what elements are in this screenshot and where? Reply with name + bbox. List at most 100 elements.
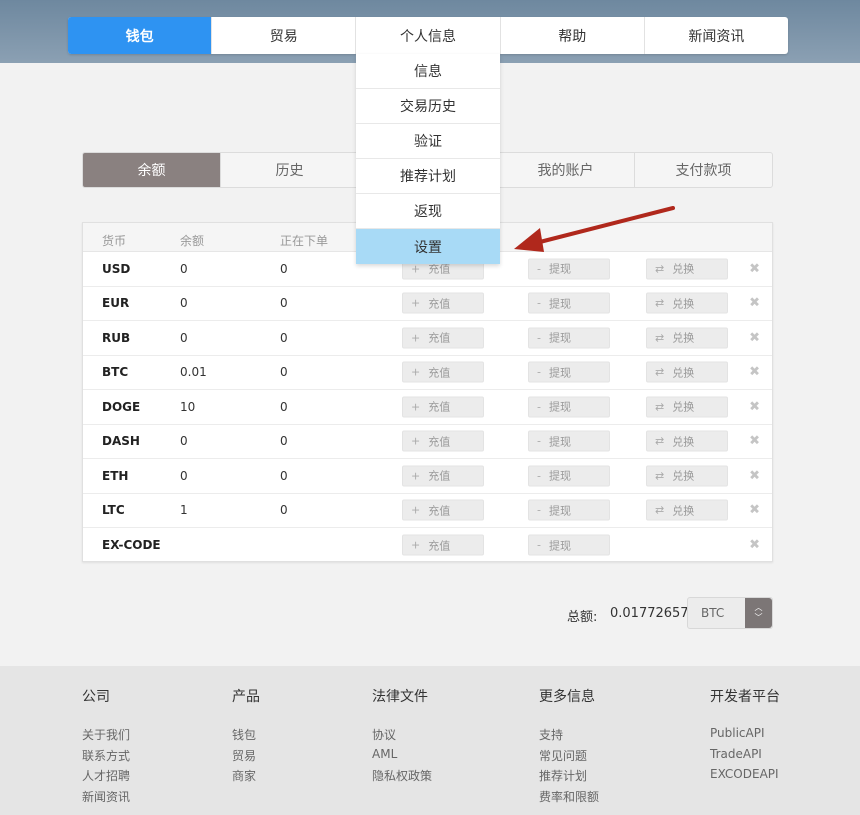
close-icon[interactable]: ✖ (749, 503, 760, 518)
close-icon[interactable]: ✖ (749, 538, 760, 553)
row-currency: DOGE (102, 399, 141, 414)
close-icon[interactable]: ✖ (749, 399, 760, 414)
footer-link-careers[interactable]: 人才招聘 (82, 767, 130, 788)
row-currency: DASH (102, 434, 140, 449)
row-balance: 1 (180, 503, 188, 518)
nav-wallet[interactable]: 钱包 (68, 17, 213, 54)
deposit-label: 充值 (428, 435, 451, 449)
swap-icon: ⇄ (655, 400, 665, 414)
exchange-label: 兑换 (672, 469, 695, 483)
exchange-label: 兑换 (672, 435, 695, 449)
footer-link-agreement[interactable]: 协议 (372, 726, 432, 747)
dropdown-item-verification[interactable]: 验证 (356, 124, 500, 159)
withdraw-button[interactable]: - 提现 (528, 292, 610, 314)
footer-link-trade[interactable]: 贸易 (232, 747, 260, 768)
dropdown-item-referral[interactable]: 推荐计划 (356, 159, 500, 194)
deposit-button[interactable]: + 充值 (402, 361, 484, 383)
close-icon[interactable]: ✖ (749, 261, 760, 276)
footer: 公司 关于我们 联系方式 人才招聘 新闻资讯 产品 钱包 贸易 商家 法律文件 … (0, 666, 860, 815)
header-balance: 余额 (180, 234, 205, 248)
exchange-button[interactable]: ⇄ 兑换 (646, 361, 728, 383)
exchange-button[interactable]: ⇄ 兑换 (646, 258, 728, 280)
deposit-label: 充值 (428, 539, 451, 553)
withdraw-button[interactable]: - 提现 (528, 465, 610, 487)
close-icon[interactable]: ✖ (749, 434, 760, 449)
tab-my-accounts[interactable]: 我的账户 (497, 153, 635, 187)
deposit-button[interactable]: + 充值 (402, 465, 484, 487)
withdraw-button[interactable]: - 提现 (528, 534, 610, 556)
row-currency: EUR (102, 296, 130, 311)
footer-link-about[interactable]: 关于我们 (82, 726, 130, 747)
row-balance: 0 (180, 330, 188, 345)
minus-icon: - (537, 296, 541, 310)
footer-link-wallet[interactable]: 钱包 (232, 726, 260, 747)
footer-link-faq[interactable]: 常见问题 (539, 747, 599, 768)
swap-icon: ⇄ (655, 296, 665, 310)
minus-icon: - (537, 434, 541, 448)
withdraw-label: 提现 (548, 435, 571, 449)
deposit-button[interactable]: + 充值 (402, 327, 484, 349)
row-orders: 0 (280, 434, 288, 449)
plus-icon: + (411, 469, 421, 483)
footer-link-contact[interactable]: 联系方式 (82, 747, 130, 768)
dropdown-item-trade-history[interactable]: 交易历史 (356, 89, 500, 124)
withdraw-button[interactable]: - 提现 (528, 327, 610, 349)
footer-link-fees[interactable]: 费率和限额 (539, 788, 599, 809)
deposit-button[interactable]: + 充值 (402, 534, 484, 556)
total-label: 总额: (567, 610, 598, 625)
footer-link-excode-api[interactable]: EXCODEAPI (710, 767, 779, 788)
exchange-label: 兑换 (672, 297, 695, 311)
exchange-button[interactable]: ⇄ 兑换 (646, 292, 728, 314)
close-icon[interactable]: ✖ (749, 365, 760, 380)
deposit-button[interactable]: + 充值 (402, 499, 484, 521)
nav-help[interactable]: 帮助 (501, 17, 645, 54)
close-icon[interactable]: ✖ (749, 468, 760, 483)
deposit-button[interactable]: + 充值 (402, 396, 484, 418)
exchange-button[interactable]: ⇄ 兑换 (646, 465, 728, 487)
withdraw-button[interactable]: - 提现 (528, 430, 610, 452)
dropdown-item-info[interactable]: 信息 (356, 54, 500, 89)
withdraw-label: 提现 (548, 331, 571, 345)
footer-link-aml[interactable]: AML (372, 747, 432, 768)
nav-news[interactable]: 新闻资讯 (645, 17, 788, 54)
deposit-button[interactable]: + 充值 (402, 430, 484, 452)
nav-profile[interactable]: 个人信息 (356, 17, 501, 54)
withdraw-button[interactable]: - 提现 (528, 361, 610, 383)
footer-link-trade-api[interactable]: TradeAPI (710, 747, 777, 768)
footer-legal-title: 法律文件 (372, 689, 428, 705)
withdraw-label: 提现 (548, 366, 571, 380)
exchange-button[interactable]: ⇄ 兑换 (646, 327, 728, 349)
footer-link-privacy[interactable]: 隐私权政策 (372, 767, 432, 788)
row-balance: 10 (180, 399, 196, 414)
exchange-button[interactable]: ⇄ 兑换 (646, 499, 728, 521)
plus-icon: + (411, 400, 421, 414)
withdraw-button[interactable]: - 提现 (528, 396, 610, 418)
dropdown-item-settings[interactable]: 设置 (356, 229, 500, 264)
deposit-button[interactable]: + 充值 (402, 292, 484, 314)
tab-payments[interactable]: 支付款项 (635, 153, 772, 187)
footer-link-news[interactable]: 新闻资讯 (82, 788, 130, 809)
tab-balance[interactable]: 余额 (83, 153, 221, 187)
nav-trade[interactable]: 贸易 (212, 17, 357, 54)
currency-select[interactable]: BTC ︿ ﹀ (687, 597, 773, 629)
api-name: EXCODE (710, 767, 760, 781)
minus-icon: - (537, 262, 541, 276)
dropdown-item-cashback[interactable]: 返现 (356, 194, 500, 229)
withdraw-button[interactable]: - 提现 (528, 258, 610, 280)
withdraw-button[interactable]: - 提现 (528, 499, 610, 521)
footer-link-public-api[interactable]: PublicAPI (710, 726, 777, 747)
tab-history[interactable]: 历史 (221, 153, 359, 187)
row-orders: 0 (280, 365, 288, 380)
exchange-button[interactable]: ⇄ 兑换 (646, 396, 728, 418)
deposit-label: 充值 (428, 504, 451, 518)
footer-link-referral[interactable]: 推荐计划 (539, 767, 599, 788)
close-icon[interactable]: ✖ (749, 296, 760, 311)
row-currency: RUB (102, 330, 131, 345)
exchange-button[interactable]: ⇄ 兑换 (646, 430, 728, 452)
minus-icon: - (537, 400, 541, 414)
footer-link-support[interactable]: 支持 (539, 726, 599, 747)
row-balance: 0 (180, 468, 188, 483)
minus-icon: - (537, 503, 541, 517)
close-icon[interactable]: ✖ (749, 330, 760, 345)
footer-link-merchant[interactable]: 商家 (232, 767, 260, 788)
